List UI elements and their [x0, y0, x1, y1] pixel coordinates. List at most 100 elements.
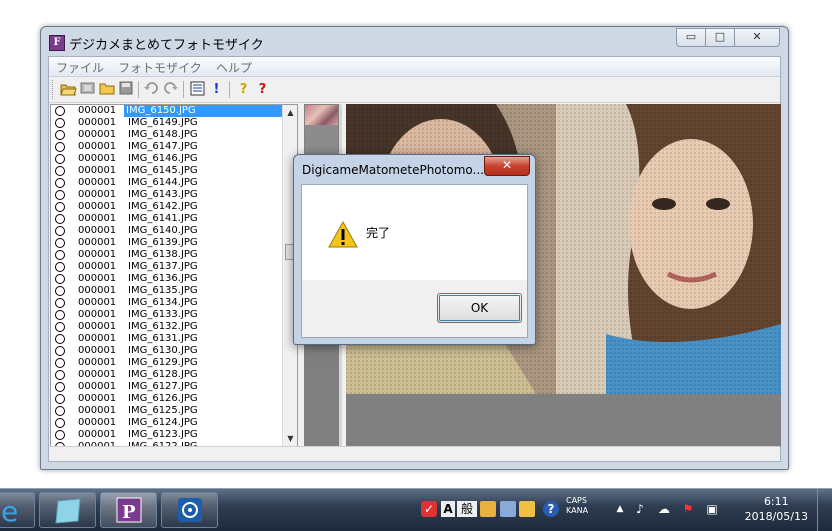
menu-photomosaic[interactable]: フォトモザイク — [118, 59, 202, 76]
list-item[interactable]: 000001 IMG_6124.JPG — [51, 417, 297, 429]
cloud-icon[interactable]: ☁ — [656, 501, 672, 517]
save-icon[interactable] — [117, 81, 134, 98]
file-list[interactable]: 000001 IMG_6150.JPG 000001 IMG_6149.JPG 0000… — [50, 104, 298, 447]
minimize-button[interactable]: ▭ — [676, 28, 706, 47]
ok-button[interactable]: OK — [437, 293, 522, 323]
system-clock[interactable]: 6:11 2018/05/13 — [745, 494, 808, 524]
radio-button[interactable] — [55, 370, 65, 380]
list-item[interactable]: 000001 IMG_6127.JPG — [51, 381, 297, 393]
radio-button[interactable] — [55, 334, 65, 344]
dialog-body: 完了 OK — [301, 184, 528, 338]
toolbar-grip[interactable] — [52, 80, 55, 99]
radio-button[interactable] — [55, 274, 65, 284]
settings-app-icon[interactable] — [161, 492, 218, 528]
ime-help-icon[interactable]: ? — [543, 501, 559, 517]
list-item[interactable]: 000001 IMG_6145.JPG — [51, 165, 297, 177]
radio-button[interactable] — [55, 142, 65, 152]
redo-icon[interactable] — [162, 81, 179, 98]
film-icon[interactable] — [79, 81, 96, 98]
radio-button[interactable] — [55, 298, 65, 308]
list-item[interactable]: 000001 IMG_6131.JPG — [51, 333, 297, 345]
list-item[interactable]: 000001 IMG_6148.JPG — [51, 129, 297, 141]
help-icon[interactable]: ? — [235, 81, 252, 98]
ie-icon[interactable]: e — [0, 492, 35, 528]
scroll-up-arrow[interactable]: ▲ — [283, 105, 297, 120]
ime-input-icon[interactable]: 般 — [457, 501, 477, 517]
radio-button[interactable] — [55, 214, 65, 224]
radio-button[interactable] — [55, 418, 65, 428]
scroll-down-arrow[interactable]: ▼ — [283, 431, 297, 446]
list-item[interactable]: 000001 IMG_6150.JPG — [51, 105, 297, 117]
list-item[interactable]: 000001 IMG_6133.JPG — [51, 309, 297, 321]
network-icon[interactable]: ▣ — [704, 501, 720, 517]
radio-button[interactable] — [55, 202, 65, 212]
radio-button[interactable] — [55, 118, 65, 128]
radio-button[interactable] — [55, 262, 65, 272]
radio-button[interactable] — [55, 358, 65, 368]
radio-button[interactable] — [55, 226, 65, 236]
title-bar[interactable]: F デジカメまとめてフォトモザイク ▭ □ ✕ — [41, 27, 788, 55]
radio-button[interactable] — [55, 322, 65, 332]
radio-button[interactable] — [55, 346, 65, 356]
list-item[interactable]: 000001 IMG_6149.JPG — [51, 117, 297, 129]
list-item[interactable]: 000001 IMG_6147.JPG — [51, 141, 297, 153]
help-red-icon[interactable]: ? — [254, 81, 271, 98]
ime-mode-icon[interactable]: A — [441, 501, 455, 517]
list-item[interactable]: 000001 IMG_6134.JPG — [51, 297, 297, 309]
list-item[interactable]: 000001 IMG_6135.JPG — [51, 285, 297, 297]
list-item[interactable]: 000001 IMG_6141.JPG — [51, 213, 297, 225]
file-count: 000001 — [78, 141, 117, 152]
list-item[interactable]: 000001 IMG_6132.JPG — [51, 321, 297, 333]
radio-button[interactable] — [55, 190, 65, 200]
tray-expand-icon[interactable]: ▲ — [612, 501, 628, 517]
maximize-button[interactable]: □ — [705, 28, 735, 47]
radio-button[interactable] — [55, 286, 65, 296]
radio-button[interactable] — [55, 106, 65, 116]
list-item[interactable]: 000001 IMG_6128.JPG — [51, 369, 297, 381]
show-desktop-button[interactable] — [817, 489, 832, 531]
list-item[interactable]: 000001 IMG_6126.JPG — [51, 393, 297, 405]
list-item[interactable]: 000001 IMG_6129.JPG — [51, 357, 297, 369]
radio-button[interactable] — [55, 166, 65, 176]
ime-dict-icon[interactable] — [519, 501, 535, 517]
radio-button[interactable] — [55, 178, 65, 188]
list-item[interactable]: 000001 IMG_6143.JPG — [51, 189, 297, 201]
exclamation-icon[interactable]: ! — [208, 81, 225, 98]
list-item[interactable]: 000001 IMG_6142.JPG — [51, 201, 297, 213]
list-item[interactable]: 000001 IMG_6138.JPG — [51, 249, 297, 261]
open-folder-icon[interactable] — [60, 81, 77, 98]
radio-button[interactable] — [55, 238, 65, 248]
ime-pad-icon[interactable] — [500, 501, 516, 517]
flag-alert-icon[interactable]: ⚑ — [680, 501, 696, 517]
photomosaic-app-icon[interactable]: P — [100, 492, 157, 528]
folder-icon[interactable] — [98, 81, 115, 98]
notepad-icon[interactable] — [39, 492, 96, 528]
list-item[interactable]: 000001 IMG_6139.JPG — [51, 237, 297, 249]
radio-button[interactable] — [55, 250, 65, 260]
volume-icon[interactable]: ♪ — [632, 501, 648, 517]
list-item[interactable]: 000001 IMG_6146.JPG — [51, 153, 297, 165]
menu-help[interactable]: ヘルプ — [216, 59, 252, 76]
ime-tool-icon[interactable] — [480, 501, 496, 517]
radio-button[interactable] — [55, 154, 65, 164]
list-item[interactable]: 000001 IMG_6144.JPG — [51, 177, 297, 189]
list-item[interactable]: 000001 IMG_6123.JPG — [51, 429, 297, 441]
list-item[interactable]: 000001 IMG_6136.JPG — [51, 273, 297, 285]
list-item[interactable]: 000001 IMG_6140.JPG — [51, 225, 297, 237]
radio-button[interactable] — [55, 406, 65, 416]
radio-button[interactable] — [55, 382, 65, 392]
thumbnail-image[interactable] — [305, 105, 338, 125]
list-icon[interactable] — [189, 81, 206, 98]
list-item[interactable]: 000001 IMG_6130.JPG — [51, 345, 297, 357]
close-button[interactable]: ✕ — [734, 28, 780, 47]
radio-button[interactable] — [55, 130, 65, 140]
list-item[interactable]: 000001 IMG_6137.JPG — [51, 261, 297, 273]
radio-button[interactable] — [55, 430, 65, 440]
antivirus-tray-icon[interactable]: ✓ — [421, 501, 437, 517]
list-item[interactable]: 000001 IMG_6125.JPG — [51, 405, 297, 417]
undo-icon[interactable] — [143, 81, 160, 98]
radio-button[interactable] — [55, 310, 65, 320]
radio-button[interactable] — [55, 394, 65, 404]
dialog-close-button[interactable]: ✕ — [484, 156, 530, 176]
menu-file[interactable]: ファイル — [56, 59, 104, 76]
